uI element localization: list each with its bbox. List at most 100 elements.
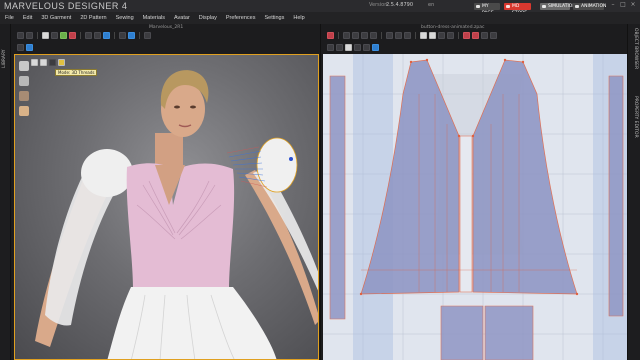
move-tool-icon[interactable] [26, 31, 33, 39]
free-sewing-icon[interactable] [447, 31, 454, 39]
toolbar-separator [338, 31, 339, 39]
measure-tool-icon[interactable] [69, 31, 76, 39]
menu-help[interactable]: Help [293, 15, 304, 21]
render-tool-icon[interactable] [128, 31, 135, 39]
pattern-bottom-right [484, 305, 534, 360]
my-page-button[interactable]: MY PAGE [474, 3, 500, 16]
toolbar-separator [415, 31, 416, 39]
2d-toolbar-row-1 [321, 30, 630, 40]
3d-toolbar-row-2 [11, 42, 320, 52]
app-window: MARVELOUS DESIGNER 4 Version 2.5.4.8790 … [0, 0, 640, 360]
pin-tool-icon[interactable] [42, 31, 49, 39]
seam-allowance-icon[interactable] [463, 31, 470, 39]
menu-bar: File Edit 3D Garment 2D Pattern Sewing M… [0, 12, 640, 24]
menu-avatar[interactable]: Avatar [174, 15, 190, 21]
circle-icon[interactable] [404, 31, 411, 39]
texture-tool-icon[interactable] [144, 31, 151, 39]
2d-pattern-panel: button-dress-animated.zpac [320, 24, 630, 360]
property-editor-tab[interactable]: PROPERTY EDITOR [631, 96, 638, 156]
pattern-right-strip [608, 75, 624, 317]
toolbar-separator [139, 31, 140, 39]
tack-tool-icon[interactable] [60, 31, 67, 39]
3d-viewport[interactable]: Mode: 3D Threads [14, 54, 319, 360]
avatar-right-eye [190, 105, 196, 109]
rectangle-icon[interactable] [395, 31, 402, 39]
reset-tool-icon[interactable] [94, 31, 101, 39]
avatar-left-eye [174, 105, 180, 109]
dart-icon[interactable] [420, 31, 427, 39]
toolbar-separator [458, 31, 459, 39]
display-mode-icon[interactable] [26, 43, 33, 51]
version-label: Version [369, 2, 388, 8]
internal-line-icon[interactable] [429, 31, 436, 39]
pan-icon[interactable] [354, 43, 361, 51]
menu-edit[interactable]: Edit [23, 15, 32, 21]
symmetry-icon[interactable] [472, 31, 479, 39]
2d-toolbar-row-2 [321, 42, 630, 52]
right-panel-strip: OBJECT BROWSER PROPERTY EDITOR [627, 24, 640, 360]
toolbar-separator [381, 31, 382, 39]
store-icon [506, 5, 510, 8]
sleeve-pin-point [289, 157, 293, 161]
3d-garment-panel: Marvelous_2R1 Mode: 3D Threads [11, 24, 320, 360]
toolbar-separator [80, 31, 81, 39]
fit-icon[interactable] [363, 43, 370, 51]
menu-preferences[interactable]: Preferences [226, 15, 256, 21]
menu-2d-pattern[interactable]: 2D Pattern [80, 15, 106, 21]
refresh-icon[interactable] [327, 31, 334, 39]
language-selector[interactable]: en [428, 2, 434, 8]
edit-pattern-icon[interactable] [352, 31, 359, 39]
transform-pattern-icon[interactable] [343, 31, 350, 39]
menu-display[interactable]: Display [199, 15, 217, 21]
texture-2d-icon[interactable] [490, 31, 497, 39]
title-bar: MARVELOUS DESIGNER 4 Version 2.5.4.8790 … [0, 0, 640, 16]
menu-3d-garment[interactable]: 3D Garment [41, 15, 71, 21]
toolbar-separator [114, 31, 115, 39]
minimize-icon[interactable]: – [610, 2, 616, 8]
2d-pattern-viewport[interactable] [323, 54, 628, 360]
app-title: MARVELOUS DESIGNER 4 [4, 1, 128, 11]
menu-file[interactable]: File [5, 15, 14, 21]
edit-curve-icon[interactable] [361, 31, 368, 39]
library-tab[interactable]: LIBRARY [2, 28, 9, 68]
toolbar-separator [37, 31, 38, 39]
simulation-label: SIMULATION [548, 4, 576, 9]
user-icon [476, 5, 480, 8]
object-browser-tab[interactable]: OBJECT BROWSER [631, 28, 638, 88]
camera-tool-icon[interactable] [119, 31, 126, 39]
version-value: 2.5.4.8790 [386, 2, 414, 8]
arrange-tool-icon[interactable] [85, 31, 92, 39]
select-mesh-icon[interactable] [327, 43, 334, 51]
menu-materials[interactable]: Materials [143, 15, 165, 21]
move-mesh-icon[interactable] [336, 43, 343, 51]
menu-sewing[interactable]: Sewing [116, 15, 134, 21]
animation-button[interactable]: ANIMATION [573, 3, 607, 10]
close-icon[interactable]: × [630, 2, 636, 8]
view-mode-icon[interactable] [17, 43, 24, 51]
dress-skirt [107, 287, 277, 359]
sewing-segment-icon[interactable] [438, 31, 445, 39]
zoom-icon[interactable] [345, 43, 352, 51]
simulation-icon [542, 5, 546, 8]
add-point-icon[interactable] [370, 31, 377, 39]
animation-icon [575, 5, 579, 8]
select-tool-icon[interactable] [17, 31, 24, 39]
library-strip: LIBRARY [0, 24, 11, 360]
avatar-tool-icon[interactable] [103, 31, 110, 39]
md-store-button[interactable]: MD STORE [504, 3, 531, 16]
dress-bodice [126, 163, 235, 290]
simulation-button[interactable]: SIMULATION [540, 3, 576, 10]
avatar-3d-render [35, 70, 318, 359]
view-settings-icon[interactable] [372, 43, 379, 51]
polygon-icon[interactable] [386, 31, 393, 39]
fold-tool-icon[interactable] [51, 31, 58, 39]
pattern-left-strip [329, 75, 346, 320]
pattern-center-placket [459, 135, 473, 293]
pattern-canvas [323, 54, 628, 360]
maximize-icon[interactable]: □ [620, 2, 626, 8]
menu-settings[interactable]: Settings [264, 15, 284, 21]
pattern-bottom-left [440, 305, 484, 360]
animation-label: ANIMATION [581, 4, 607, 9]
avatar-neck [155, 133, 183, 169]
grid-icon[interactable] [481, 31, 488, 39]
